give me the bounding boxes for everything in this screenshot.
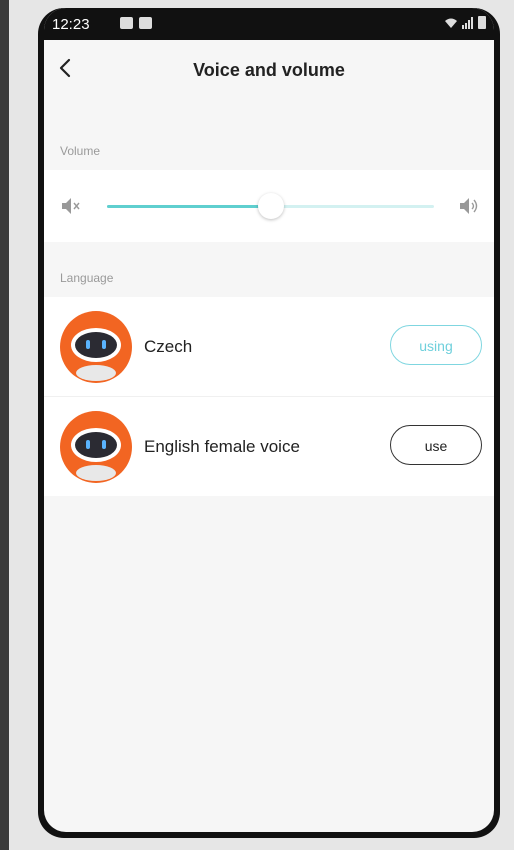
page-title: Voice and volume	[193, 60, 345, 80]
phone-frame: 12:23 Voice and volume Volume Language C…	[38, 8, 500, 838]
status-notification-icons	[120, 17, 152, 29]
mute-speaker-icon[interactable]	[60, 196, 82, 216]
volume-panel	[44, 170, 494, 242]
language-name: Czech	[144, 337, 193, 356]
volume-slider-thumb[interactable]	[257, 193, 284, 219]
language-item[interactable]: English female voice use	[44, 397, 494, 496]
status-bar: 12:23	[44, 8, 494, 40]
language-list: Czech using English female voice use	[44, 297, 494, 496]
status-time: 12:23	[52, 16, 90, 33]
battery-notification-icon	[139, 17, 152, 29]
signal-icon	[462, 16, 473, 29]
status-system-icons	[444, 16, 486, 29]
app-screen: 12:23 Voice and volume Volume Language C…	[44, 8, 494, 832]
loud-speaker-icon[interactable]	[458, 196, 480, 216]
using-button[interactable]: using	[390, 325, 482, 365]
use-button[interactable]: use	[390, 425, 482, 465]
volume-slider[interactable]	[107, 193, 434, 219]
language-item[interactable]: Czech using	[44, 297, 494, 397]
battery-icon	[478, 16, 486, 29]
nav-bar: Voice and volume	[44, 40, 494, 102]
image-notification-icon	[120, 17, 133, 29]
volume-section-label: Volume	[60, 144, 101, 158]
wifi-icon	[445, 18, 457, 28]
robot-avatar-icon	[60, 411, 132, 483]
language-name: English female voice	[144, 437, 300, 456]
volume-slider-fill	[107, 205, 271, 208]
background-strip	[0, 0, 9, 850]
language-section-label: Language	[60, 271, 114, 285]
robot-avatar-icon	[60, 311, 132, 383]
